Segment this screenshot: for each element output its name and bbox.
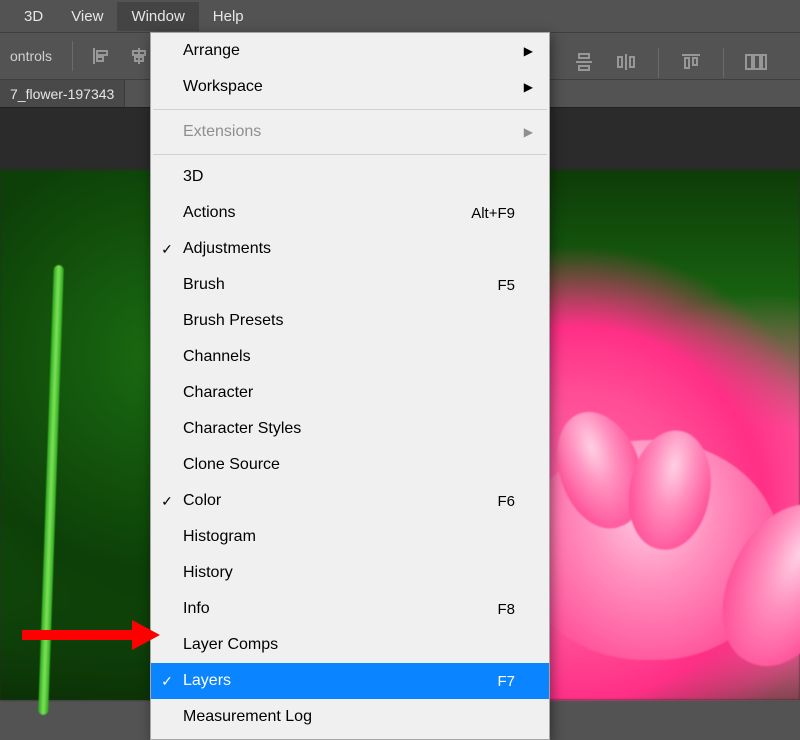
distribute-v-icon[interactable] (570, 48, 598, 76)
align-center-h-icon[interactable] (125, 42, 153, 70)
menu-item-label: Extensions (183, 123, 515, 141)
menu-item-brush[interactable]: BrushF5 (151, 267, 549, 303)
menu-item-label: Character Styles (183, 420, 515, 438)
check-icon: ✓ (151, 673, 183, 690)
menu-item-3d[interactable]: 3D (151, 159, 549, 195)
menu-item-label: Color (183, 492, 487, 510)
menu-window[interactable]: Window (117, 2, 198, 31)
submenu-arrow-icon: ▶ (515, 80, 533, 94)
align-left-icon[interactable] (87, 42, 115, 70)
toolbar-separator (72, 41, 73, 71)
menu-item-channels[interactable]: Channels (151, 339, 549, 375)
menu-item-label: Histogram (183, 528, 515, 546)
menu-3d[interactable]: 3D (10, 2, 57, 31)
menu-item-label: Layer Comps (183, 636, 515, 654)
toolbar-separator (723, 48, 724, 78)
document-tab[interactable]: 7_flower-197343 (0, 80, 125, 107)
menu-item-brush-presets[interactable]: Brush Presets (151, 303, 549, 339)
menu-item-clone-source[interactable]: Clone Source (151, 447, 549, 483)
menu-item-label: Brush (183, 276, 487, 294)
distribute-h-icon[interactable] (612, 48, 640, 76)
toolbar-separator (658, 48, 659, 78)
menu-shortcut: F7 (487, 673, 515, 690)
menu-separator (153, 109, 547, 110)
check-icon: ✓ (151, 493, 183, 510)
toolbar-right-group (570, 48, 770, 78)
menu-shortcut: F5 (487, 277, 515, 294)
menu-view[interactable]: View (57, 2, 117, 31)
menu-shortcut: Alt+F9 (461, 205, 515, 222)
menu-help[interactable]: Help (199, 2, 258, 31)
menu-item-label: Character (183, 384, 515, 402)
menu-item-layers[interactable]: ✓LayersF7 (151, 663, 549, 699)
menu-item-label: 3D (183, 168, 515, 186)
window-menu-dropdown: Arrange▶Workspace▶Extensions▶3DActionsAl… (150, 32, 550, 740)
menu-item-label: Info (183, 600, 487, 618)
menu-item-color[interactable]: ✓ColorF6 (151, 483, 549, 519)
menu-item-measurement-log[interactable]: Measurement Log (151, 699, 549, 735)
menu-item-label: Layers (183, 672, 487, 690)
controls-label: ontrols (4, 48, 58, 64)
menu-item-label: Brush Presets (183, 312, 515, 330)
menu-item-actions[interactable]: ActionsAlt+F9 (151, 195, 549, 231)
menu-item-label: Actions (183, 204, 461, 222)
align-top-icon[interactable] (677, 48, 705, 76)
menu-item-label: Adjustments (183, 240, 515, 258)
menu-separator (153, 154, 547, 155)
menu-item-adjustments[interactable]: ✓Adjustments (151, 231, 549, 267)
check-icon: ✓ (151, 241, 183, 258)
menu-item-label: Measurement Log (183, 708, 515, 726)
menu-item-arrange[interactable]: Arrange▶ (151, 33, 549, 69)
menu-item-layer-comps[interactable]: Layer Comps (151, 627, 549, 663)
menu-shortcut: F8 (487, 601, 515, 618)
menu-item-label: Clone Source (183, 456, 515, 474)
menu-item-history[interactable]: History (151, 555, 549, 591)
menu-item-character[interactable]: Character (151, 375, 549, 411)
auto-align-icon[interactable] (742, 48, 770, 76)
submenu-arrow-icon: ▶ (515, 125, 533, 139)
menu-item-workspace[interactable]: Workspace▶ (151, 69, 549, 105)
menu-item-label: Channels (183, 348, 515, 366)
menubar: 3D View Window Help (0, 0, 800, 32)
menu-item-label: Workspace (183, 78, 515, 96)
submenu-arrow-icon: ▶ (515, 44, 533, 58)
menu-shortcut: F6 (487, 493, 515, 510)
menu-item-label: Arrange (183, 42, 515, 60)
menu-item-character-styles[interactable]: Character Styles (151, 411, 549, 447)
menu-item-extensions: Extensions▶ (151, 114, 549, 150)
menu-item-info[interactable]: InfoF8 (151, 591, 549, 627)
menu-item-histogram[interactable]: Histogram (151, 519, 549, 555)
menu-item-label: History (183, 564, 515, 582)
